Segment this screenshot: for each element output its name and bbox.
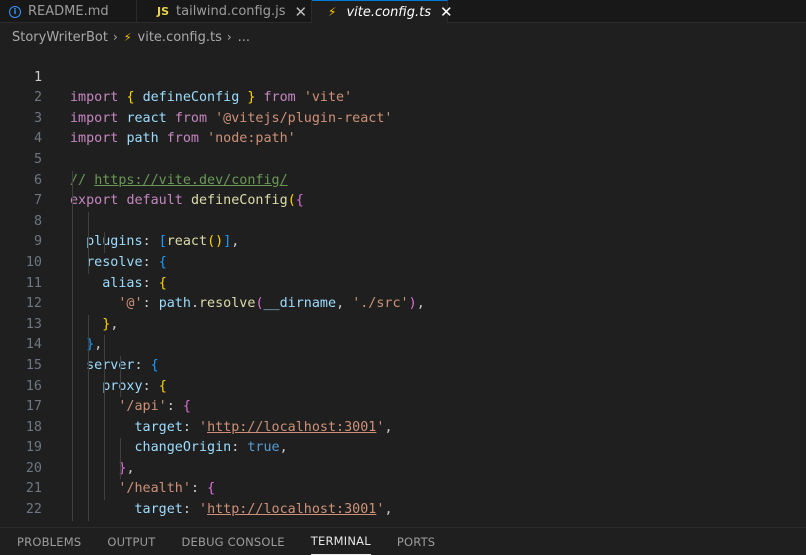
code-line: 13 server: { — [0, 294, 806, 373]
tab-label: tailwind.config.js — [176, 4, 286, 19]
code-editor[interactable]: 1 import { defineConfig } from 'vite' 2 … — [0, 47, 806, 523]
chevron-right-icon: › — [226, 30, 232, 44]
bolt-icon: ⚡ — [123, 30, 132, 44]
tab-label: README.md — [28, 4, 109, 19]
code-line: 3 import path from 'node:path' — [0, 88, 806, 147]
code-line: 1 import { defineConfig } from 'vite' — [0, 47, 806, 106]
code-line: 17 changeOrigin: true, — [0, 376, 806, 455]
code-line: 15 '/api': { — [0, 335, 806, 414]
code-line: 9 alias: { — [0, 211, 806, 291]
code-line: 18 }, — [0, 397, 806, 476]
code-line: 19 '/health': { — [0, 417, 806, 496]
code-line: 6 export default defineConfig({ — [0, 150, 806, 209]
code-line: 8 resolve: { — [0, 191, 806, 270]
tab-debug-console[interactable]: DEBUG CONSOLE — [181, 528, 284, 555]
tab-tailwind-config[interactable]: JS tailwind.config.js ✕ — [137, 0, 312, 23]
bolt-icon: ⚡ — [328, 5, 337, 19]
code-line: 23 }, — [0, 500, 806, 524]
breadcrumb-folder[interactable]: StoryWriterBot — [12, 30, 108, 45]
code-line: 7 plugins: [react()], — [0, 170, 806, 249]
tab-vite-config[interactable]: ⚡ vite.config.ts ✕ — [312, 0, 453, 23]
line-number: 23 — [0, 521, 42, 524]
close-icon[interactable]: ✕ — [294, 3, 307, 21]
code-line: 4 — [0, 109, 806, 146]
code-line: 21 changeOrigin: true, — [0, 458, 806, 523]
tab-output[interactable]: OUTPUT — [107, 528, 155, 555]
code-line: 20 target: 'http://localhost:3001', — [0, 438, 806, 517]
breadcrumb: StoryWriterBot › ⚡ vite.config.ts › ... — [0, 27, 806, 47]
tab-terminal[interactable]: TERMINAL — [310, 528, 371, 555]
code-line: 12 }, — [0, 273, 806, 352]
code-line: 11 }, — [0, 252, 806, 332]
breadcrumb-more[interactable]: ... — [238, 30, 250, 45]
editor-tab-bar: i README.md JS tailwind.config.js ✕ ⚡ vi… — [0, 0, 806, 23]
tab-problems[interactable]: PROBLEMS — [17, 528, 81, 555]
code-line: 5 // https://vite.dev/config/ — [0, 129, 806, 188]
code-line: 2 import react from '@vitejs/plugin-reac… — [0, 68, 806, 126]
code-line: 22 }, — [0, 479, 806, 517]
panel-tab-bar: PROBLEMS OUTPUT DEBUG CONSOLE TERMINAL P… — [0, 527, 806, 555]
code-line: 16 target: 'http://localhost:3001', — [0, 355, 806, 435]
info-icon: i — [9, 5, 21, 18]
tab-label: vite.config.ts — [346, 4, 431, 20]
code-line: 10 '@': path.resolve(__dirname, './src')… — [0, 232, 806, 311]
close-icon[interactable]: ✕ — [440, 3, 453, 21]
breadcrumb-file[interactable]: vite.config.ts — [138, 30, 222, 45]
code-line: 14 proxy: { — [0, 314, 806, 394]
chevron-right-icon: › — [112, 30, 118, 44]
tab-ports[interactable]: PORTS — [397, 528, 435, 555]
js-icon: JS — [157, 5, 170, 18]
tab-readme[interactable]: i README.md — [0, 0, 137, 23]
